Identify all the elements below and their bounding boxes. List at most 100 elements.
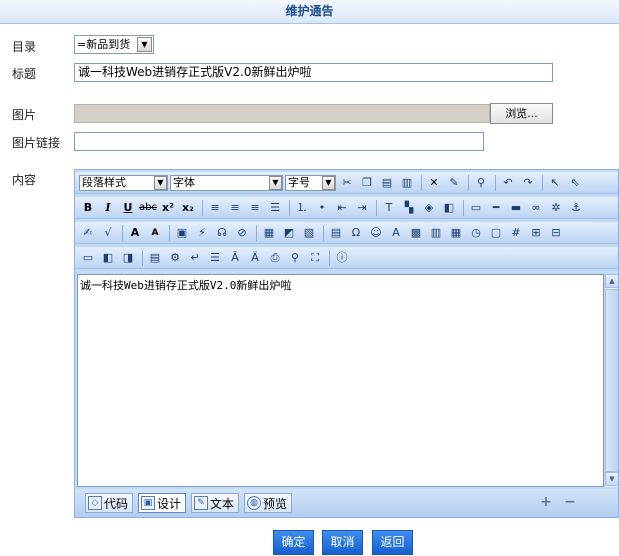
editor-content-area[interactable]: 诚一科技Web进销存正式版V2.0新鲜出炉啦 [77, 274, 604, 487]
horizontal-rule-icon[interactable]: ━ [487, 199, 505, 217]
paragraph-style-value: 段落样式 [82, 175, 126, 189]
subscript-icon[interactable]: x₂ [179, 199, 197, 217]
paste-text-icon[interactable]: ▥ [398, 174, 416, 192]
font-color-icon[interactable]: T [380, 199, 398, 217]
clean-format-icon[interactable]: ✎ [445, 174, 463, 192]
align-right-icon[interactable]: ≡ [246, 199, 264, 217]
align-justify-icon[interactable]: ☰ [266, 199, 284, 217]
tab-design[interactable]: ▣ 设计 [138, 493, 187, 513]
insert-image-icon[interactable]: ▣ [173, 224, 191, 242]
insert-iframe-icon[interactable]: ▢ [487, 224, 505, 242]
delete-row-icon[interactable]: ⊟ [547, 224, 565, 242]
font-family-select[interactable]: 字体 ▼ [170, 174, 283, 191]
page-properties-icon[interactable]: ▤ [146, 249, 164, 267]
copy-icon[interactable]: ❐ [358, 174, 376, 192]
paragraph-icon[interactable]: ▭ [79, 249, 97, 267]
confirm-button[interactable]: 确定 [273, 530, 314, 555]
strikethrough-icon[interactable]: abc [139, 199, 157, 217]
background-color-icon[interactable]: ▚ [400, 199, 418, 217]
special-char-icon[interactable]: Ω [347, 224, 365, 242]
select-pointer-icon[interactable]: ↖ [546, 174, 564, 192]
unordered-list-icon[interactable]: • [313, 199, 331, 217]
insert-form-icon[interactable]: ▥ [427, 224, 445, 242]
art-text-icon[interactable]: A [387, 224, 405, 242]
align-center-icon[interactable]: ≡ [226, 199, 244, 217]
font-size-select[interactable]: 字号 ▼ [285, 174, 336, 191]
image-file-input[interactable] [74, 104, 490, 123]
underline-icon[interactable]: U [119, 199, 137, 217]
bring-forward-icon[interactable]: ◧ [99, 249, 117, 267]
attachment-icon[interactable]: ⊘ [233, 224, 251, 242]
image-link-input[interactable] [74, 132, 484, 151]
code-icon[interactable]: ⚙ [166, 249, 184, 267]
ordered-list-icon[interactable]: ⒈ [293, 199, 311, 217]
unlink-icon[interactable]: ✲ [547, 199, 565, 217]
title-input[interactable]: 诚一科技Web进销存正式版V2.0新鲜出炉啦 [74, 63, 553, 82]
zoom-out-icon[interactable]: − [563, 495, 577, 509]
cancel-button[interactable]: 取消 [322, 530, 363, 555]
scroll-up-icon[interactable]: ▲ [605, 274, 618, 288]
browse-button[interactable]: 浏览... [490, 103, 553, 124]
send-backward-icon[interactable]: ◨ [119, 249, 137, 267]
insert-table-icon[interactable]: ▦ [260, 224, 278, 242]
align-left-icon[interactable]: ≡ [206, 199, 224, 217]
zoom-in-icon[interactable]: + [539, 495, 553, 509]
increase-font-icon[interactable]: A [126, 224, 144, 242]
insert-fieldset-icon[interactable]: ▤ [327, 224, 345, 242]
marquee-icon[interactable]: ▬ [507, 199, 525, 217]
find-icon[interactable]: ⚲ [472, 174, 490, 192]
insert-excel-icon[interactable]: ▩ [407, 224, 425, 242]
emoticon-icon[interactable]: ☺ [367, 224, 385, 242]
insert-formula-icon[interactable]: √ [99, 224, 117, 242]
redo-icon[interactable]: ↷ [519, 174, 537, 192]
tab-text[interactable]: ✎ 文本 [191, 493, 240, 513]
indent-icon[interactable]: ⇥ [353, 199, 371, 217]
format-brush-icon[interactable]: ◈ [420, 199, 438, 217]
superscript-icon[interactable]: x² [159, 199, 177, 217]
insert-template-icon[interactable]: ▧ [300, 224, 318, 242]
editor-scrollbar[interactable]: ▲ ▼ [604, 274, 618, 487]
chevron-down-icon[interactable]: ▼ [322, 175, 335, 190]
toolbar-separator [289, 199, 290, 216]
about-icon[interactable]: ⓘ [333, 249, 351, 267]
print-icon[interactable]: ⎙ [266, 249, 284, 267]
scrollbar-thumb[interactable] [605, 289, 618, 472]
line-spacing-icon[interactable]: ☰ [206, 249, 224, 267]
paste-icon[interactable]: ▤ [378, 174, 396, 192]
undo-icon[interactable]: ↶ [499, 174, 517, 192]
bold-icon[interactable]: B [79, 199, 97, 217]
remove-format-icon[interactable]: ◧ [440, 199, 458, 217]
paragraph-style-select[interactable]: 段落样式 ▼ [79, 174, 168, 191]
link-icon[interactable]: ∞ [527, 199, 545, 217]
absolute-pointer-icon[interactable]: ⇖ [566, 174, 584, 192]
word-wrap-icon[interactable]: ↵ [186, 249, 204, 267]
delete-icon[interactable]: ✕ [425, 174, 443, 192]
insert-date-icon[interactable]: ▭ [467, 199, 485, 217]
insert-row-icon[interactable]: ⊞ [527, 224, 545, 242]
replace-text-icon[interactable]: Ā [226, 249, 244, 267]
chevron-down-icon[interactable]: ▼ [154, 175, 167, 190]
outdent-icon[interactable]: ⇤ [333, 199, 351, 217]
spell-check-icon[interactable]: Ä [246, 249, 264, 267]
insert-time-icon[interactable]: ◷ [467, 224, 485, 242]
tab-preview[interactable]: ◍ 预览 [244, 493, 293, 513]
category-select[interactable]: =新品到货 ▼ [74, 35, 154, 54]
show-borders-icon[interactable]: # [507, 224, 525, 242]
chevron-down-icon[interactable]: ▼ [137, 37, 152, 52]
zoom-icon[interactable]: ⚲ [286, 249, 304, 267]
cut-icon[interactable]: ✂ [338, 174, 356, 192]
insert-layer-icon[interactable]: ◩ [280, 224, 298, 242]
font-family-value: 字体 [173, 175, 195, 189]
anchor-icon[interactable]: ⚓ [567, 199, 585, 217]
decrease-font-icon[interactable]: A [146, 224, 164, 242]
italic-icon[interactable]: I [99, 199, 117, 217]
tab-code[interactable]: ◇ 代码 [85, 493, 134, 513]
fullscreen-icon[interactable]: ⛶ [306, 249, 324, 267]
insert-calendar-icon[interactable]: ▦ [447, 224, 465, 242]
chevron-down-icon[interactable]: ▼ [269, 175, 282, 190]
insert-flash-icon[interactable]: ⚡ [193, 224, 211, 242]
insert-media-icon[interactable]: ☊ [213, 224, 231, 242]
scroll-down-icon[interactable]: ▼ [605, 472, 618, 486]
back-button[interactable]: 返回 [372, 530, 413, 555]
insert-code-icon[interactable]: ✍ [79, 224, 97, 242]
